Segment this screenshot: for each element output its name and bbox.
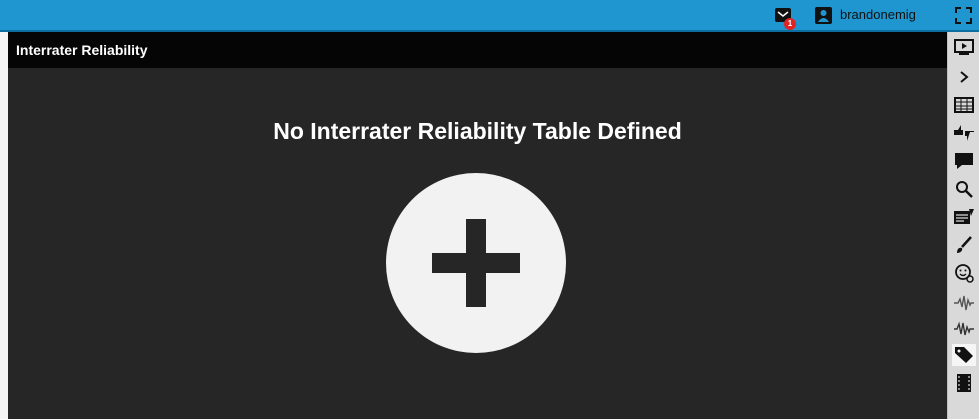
add-table-button[interactable] [386,173,566,353]
chevron-right-icon [960,71,969,83]
collapse-toolbar-button[interactable] [952,66,976,88]
user-icon[interactable] [815,7,832,24]
tag-tool-button[interactable] [952,344,976,366]
right-toolbar [947,32,979,419]
tag-icon [955,347,973,363]
table-icon [954,97,974,113]
notes-tool-button[interactable] [952,206,976,228]
search-tool-button[interactable] [952,178,976,200]
waveform-alt-icon [954,321,974,336]
notification-badge: 1 [784,18,796,30]
notes-icon [954,209,974,224]
username[interactable]: brandonemig [840,7,916,22]
fullscreen-icon[interactable] [955,7,972,24]
thumbs-icon [954,125,974,141]
panel-title: Interrater Reliability [16,42,148,58]
comment-tool-button[interactable] [952,150,976,172]
film-tool-button[interactable] [952,372,976,394]
panel-header: Interrater Reliability [8,32,947,68]
empty-state-message: No Interrater Reliability Table Defined [273,118,682,144]
video-tool-button[interactable] [952,36,976,58]
face-tool-button[interactable] [952,262,976,284]
plus-icon-bar [432,253,520,273]
top-bar: 1 brandonemig [0,0,979,32]
brush-icon [957,236,972,253]
video-icon [954,39,974,55]
waveform-alt-tool-button[interactable] [952,318,976,340]
face-icon [955,264,974,283]
comment-icon [955,153,973,169]
notifications-button[interactable]: 1 [775,8,796,30]
thumbs-tool-button[interactable] [952,122,976,144]
brush-tool-button[interactable] [952,234,976,256]
waveform-icon [954,295,974,311]
film-icon [957,374,971,392]
waveform-tool-button[interactable] [952,292,976,314]
table-tool-button[interactable] [952,94,976,116]
search-icon [956,181,973,198]
panel-body: No Interrater Reliability Table Defined [8,68,947,419]
left-edge [0,32,8,419]
